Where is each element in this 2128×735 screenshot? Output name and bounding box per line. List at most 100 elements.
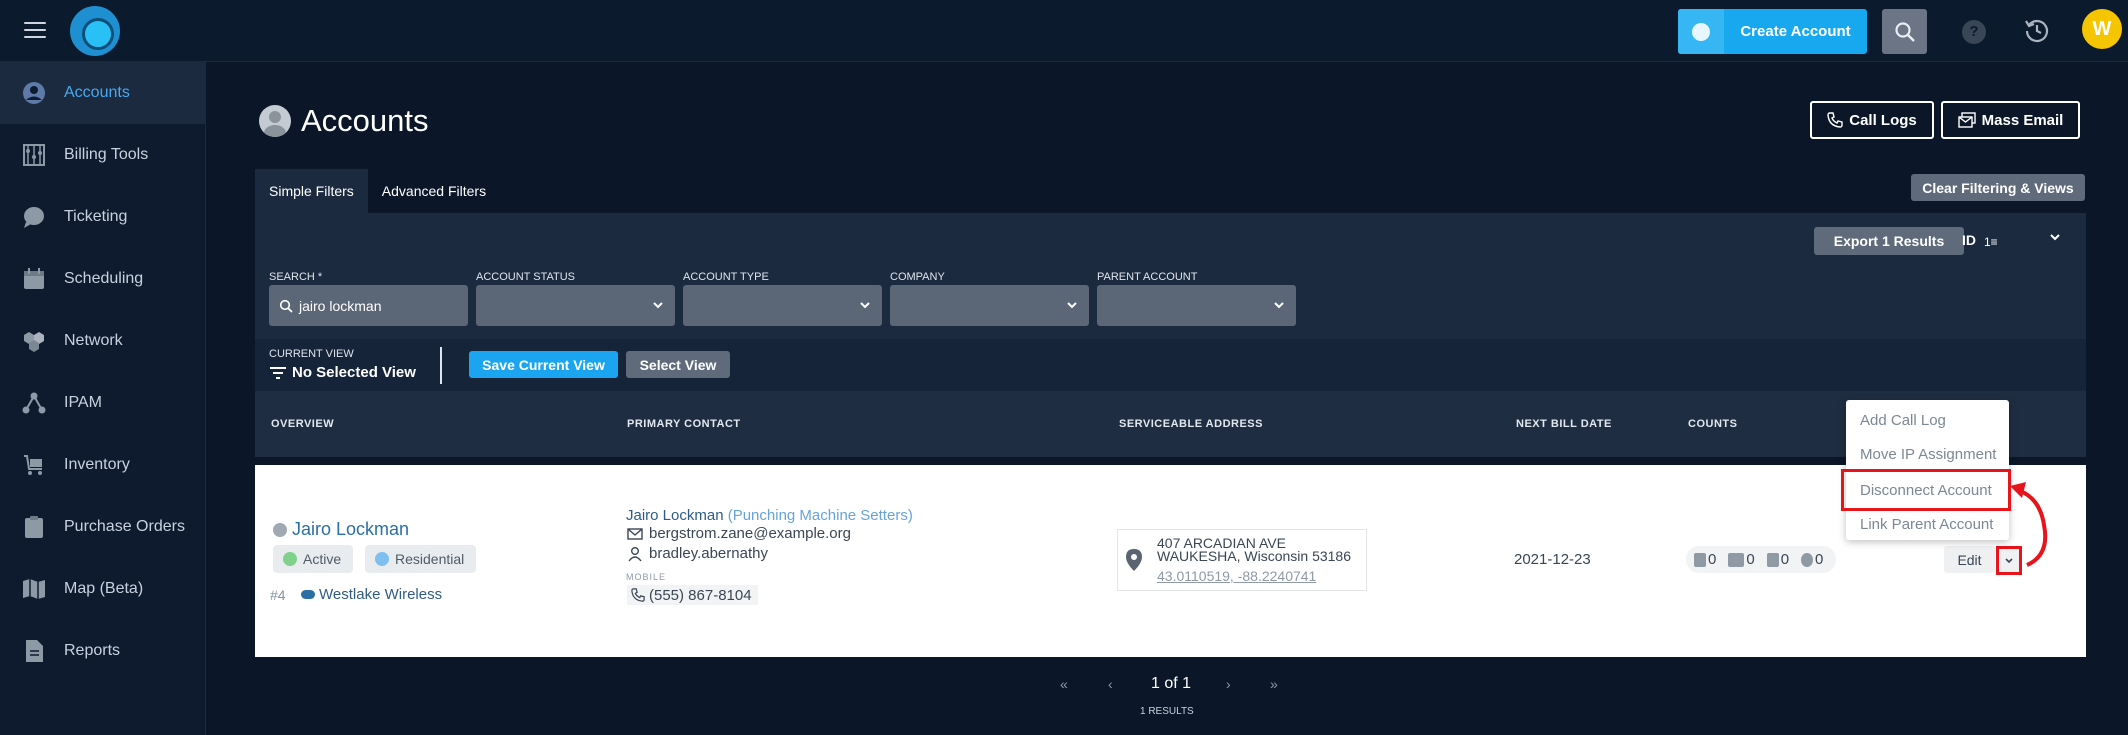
search-input[interactable]: jairo lockman — [269, 285, 468, 326]
menu-item-link-parent-account[interactable]: Link Parent Account — [1860, 516, 1993, 533]
contact-email[interactable]: bergstrom.zane@example.org — [627, 525, 851, 542]
sidebar-item-label: Reports — [64, 642, 121, 659]
select-view-button[interactable]: Select View — [626, 351, 730, 378]
chevron-down-icon — [653, 302, 663, 309]
sidebar-item-label: Purchase Orders — [64, 518, 185, 535]
column-header-serviceable-address[interactable]: SERVICEABLE ADDRESS — [1119, 418, 1263, 430]
sidebar-item-billing-tools[interactable]: Billing Tools — [0, 124, 205, 186]
menu-item-move-ip-assignment[interactable]: Move IP Assignment — [1860, 446, 1996, 463]
edit-button[interactable]: Edit — [1944, 546, 1995, 573]
map-pin-icon — [1126, 549, 1142, 571]
sidebar-item-label: Scheduling — [64, 270, 144, 287]
sort-field[interactable]: ID — [1962, 232, 1976, 248]
sidebar-item-label: Accounts — [64, 84, 130, 101]
address-coordinates-link[interactable]: 43.0110519, -88.2240741 — [1157, 568, 1316, 584]
status-text: Active — [303, 551, 342, 567]
company-link[interactable]: Westlake Wireless — [301, 586, 442, 603]
clipboard-icon — [22, 515, 46, 539]
mail-stack-icon — [1957, 112, 1976, 128]
sidebar: Accounts Billing Tools Ticketing Schedul… — [0, 62, 206, 735]
contact-title: (Punching Machine Setters) — [727, 507, 913, 524]
sidebar-item-purchase-orders[interactable]: Purchase Orders — [0, 496, 205, 558]
sort-order-icon[interactable]: 1≡ — [1984, 235, 1998, 249]
account-status-select[interactable] — [476, 285, 675, 326]
email-text: bergstrom.zane@example.org — [649, 525, 851, 542]
app-logo[interactable] — [70, 6, 120, 56]
menu-icon[interactable] — [24, 22, 46, 40]
create-account-button[interactable]: Create Account — [1678, 9, 1867, 54]
abacus-icon — [22, 143, 46, 167]
menu-item-add-call-log[interactable]: Add Call Log — [1860, 412, 1946, 429]
first-page-button[interactable]: « — [1060, 676, 1068, 692]
sidebar-item-label: IPAM — [64, 394, 102, 411]
count-group: 0 — [1728, 551, 1755, 568]
sidebar-item-scheduling[interactable]: Scheduling — [0, 248, 205, 310]
account-type-select[interactable] — [683, 285, 882, 326]
router-icon — [1728, 552, 1745, 567]
call-logs-label: Call Logs — [1849, 111, 1917, 129]
count-value: 0 — [1815, 551, 1824, 568]
map-icon — [22, 577, 46, 601]
contact-username: bradley.abernathy — [627, 545, 768, 562]
tab-advanced-filters[interactable]: Advanced Filters — [368, 169, 500, 213]
sidebar-item-label: Network — [64, 332, 123, 349]
sidebar-item-map[interactable]: Map (Beta) — [0, 558, 205, 620]
sidebar-item-network[interactable]: Network — [0, 310, 205, 372]
call-logs-button[interactable]: Call Logs — [1810, 101, 1934, 139]
export-results-button[interactable]: Export 1 Results — [1814, 227, 1964, 255]
mass-email-button[interactable]: Mass Email — [1941, 101, 2080, 139]
account-name-link[interactable]: Jairo Lockman — [292, 519, 409, 540]
sidebar-item-accounts[interactable]: Accounts — [0, 62, 205, 124]
clear-filtering-button[interactable]: Clear Filtering & Views — [1911, 174, 2085, 201]
mobile-label: MOBILE — [626, 572, 667, 582]
prev-page-button[interactable]: ‹ — [1108, 676, 1113, 692]
search-button[interactable] — [1882, 9, 1927, 54]
sidebar-item-inventory[interactable]: Inventory — [0, 434, 205, 496]
count-value: 0 — [1780, 551, 1790, 568]
current-view-value[interactable]: No Selected View — [270, 364, 416, 381]
type-badge: Residential — [365, 545, 477, 573]
company-select[interactable] — [890, 285, 1089, 326]
parent-account-select[interactable] — [1097, 285, 1296, 326]
sidebar-item-ticketing[interactable]: Ticketing — [0, 186, 205, 248]
sidebar-item-reports[interactable]: Reports — [0, 620, 205, 682]
tab-simple-filters[interactable]: Simple Filters — [255, 169, 368, 213]
next-page-button[interactable]: › — [1226, 676, 1231, 692]
address-line-2: WAUKESHA, Wisconsin 53186 — [1157, 548, 1351, 564]
counts-badge: 0 0 0 0 — [1686, 546, 1836, 573]
help-icon[interactable]: ? — [1962, 20, 1986, 44]
history-icon[interactable] — [2023, 16, 2051, 44]
annotation-arrow — [2010, 482, 2048, 567]
account-type-label: ACCOUNT TYPE — [683, 271, 769, 283]
account-icon — [273, 523, 287, 537]
account-number: #4 — [270, 587, 286, 603]
count-group: 0 — [1801, 551, 1823, 568]
account-status-label: ACCOUNT STATUS — [476, 271, 576, 283]
column-header-primary-contact[interactable]: PRIMARY CONTACT — [627, 418, 741, 430]
chevron-down-icon — [1274, 302, 1284, 309]
next-bill-date: 2021-12-23 — [1514, 551, 1591, 568]
username-text: bradley.abernathy — [649, 545, 768, 562]
last-page-button[interactable]: » — [1270, 676, 1278, 692]
column-header-overview[interactable]: OVERVIEW — [271, 418, 334, 430]
filter-tabs: Simple Filters Advanced Filters — [255, 169, 500, 213]
user-avatar[interactable]: W — [2082, 9, 2122, 49]
current-view-text: No Selected View — [292, 364, 416, 381]
top-bar: Create Account ? W — [0, 0, 2128, 62]
invoice-icon — [1766, 552, 1779, 567]
results-count: 1 RESULTS — [1140, 706, 1194, 717]
chat-bubble-icon — [22, 205, 46, 229]
chevron-down-icon[interactable] — [2048, 230, 2062, 244]
person-circle-icon — [22, 81, 46, 105]
column-header-next-bill-date[interactable]: NEXT BILL DATE — [1516, 418, 1612, 430]
divider — [440, 347, 442, 384]
search-value: jairo lockman — [299, 297, 382, 314]
column-header-counts[interactable]: COUNTS — [1688, 418, 1737, 430]
contact-phone[interactable]: (555) 867-8104 — [627, 585, 758, 605]
contact-name[interactable]: Jairo Lockman (Punching Machine Setters) — [626, 507, 913, 524]
sidebar-item-label: Billing Tools — [64, 146, 149, 163]
save-current-view-button[interactable]: Save Current View — [469, 351, 618, 378]
user-icon — [628, 546, 642, 561]
sidebar-item-ipam[interactable]: IPAM — [0, 372, 205, 434]
status-badge: Active — [273, 545, 354, 573]
